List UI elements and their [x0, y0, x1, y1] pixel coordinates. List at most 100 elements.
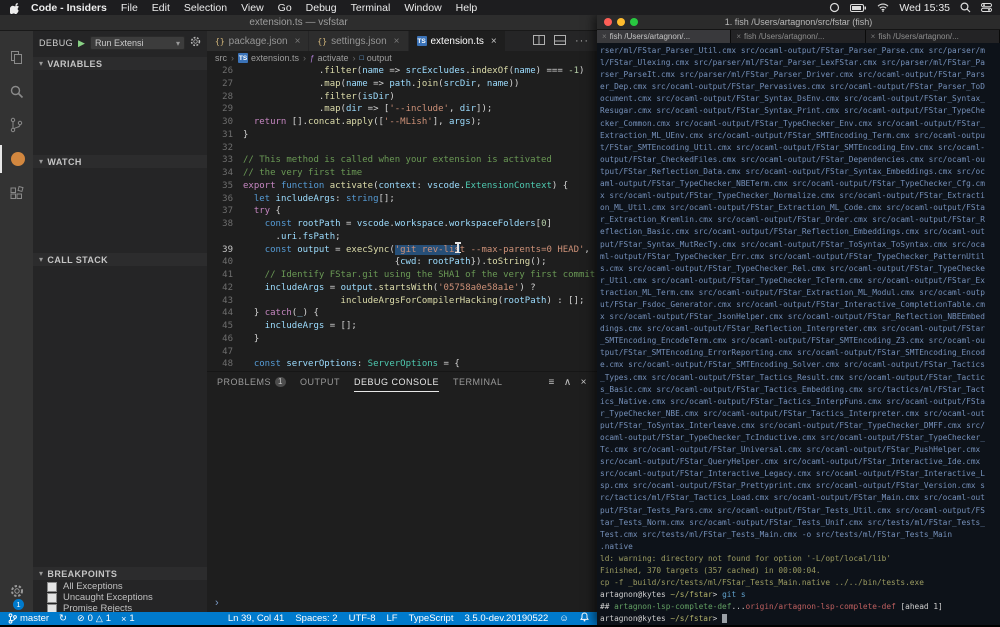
start-debugging-button[interactable]: ▶: [78, 38, 85, 49]
code-line: 39 const output = execSync('git rev-list…: [207, 244, 597, 257]
status-item-utf-8[interactable]: UTF-8: [349, 613, 376, 624]
feedback-smiley-icon[interactable]: ☺: [559, 613, 569, 624]
line-number: 29: [222, 104, 233, 115]
close-icon[interactable]: ×: [871, 32, 876, 41]
breakpoint-item-uncaught-exceptions[interactable]: Uncaught Exceptions: [33, 592, 207, 603]
menu-item-selection[interactable]: Selection: [177, 2, 234, 14]
menu-item-terminal[interactable]: Terminal: [344, 2, 398, 14]
breakpoint-item-promise-rejects[interactable]: Promise Rejects: [33, 603, 207, 612]
misc-indicator[interactable]: × 1: [121, 613, 135, 624]
configure-gear-icon[interactable]: [190, 34, 201, 52]
breakpoint-item-all-exceptions[interactable]: All Exceptions: [33, 581, 207, 592]
terminal-line: rser_ParseIt.cmx src/parser/ml/FStar_Par…: [600, 70, 985, 80]
panel-tab-output[interactable]: OUTPUT: [300, 372, 340, 392]
section-header-variables[interactable]: ▾ VARIABLES: [33, 57, 207, 70]
close-panel-icon[interactable]: ×: [581, 377, 587, 388]
line-number: 34: [222, 168, 233, 178]
menu-item-window[interactable]: Window: [397, 2, 448, 14]
menu-item-help[interactable]: Help: [449, 2, 485, 14]
apple-menu-icon[interactable]: [10, 2, 20, 14]
menu-extra-icon[interactable]: [829, 2, 840, 13]
terminal-titlebar[interactable]: 1. fish /Users/artagnon/src/fstar (fish): [597, 15, 1000, 30]
checkbox[interactable]: [47, 603, 57, 612]
checkbox[interactable]: [47, 592, 57, 603]
menu-item-code-insiders[interactable]: Code - Insiders: [24, 2, 114, 14]
source-control-icon[interactable]: [0, 111, 33, 139]
explorer-icon[interactable]: [0, 43, 33, 71]
close-icon[interactable]: ×: [394, 36, 400, 47]
panel-tab-problems[interactable]: PROBLEMS 1: [217, 372, 286, 392]
extensions-icon[interactable]: [0, 179, 33, 207]
close-icon[interactable]: ×: [295, 36, 301, 47]
filter-icon[interactable]: ≡: [548, 377, 554, 388]
debug-console[interactable]: ›: [207, 392, 597, 612]
debug-config-dropdown[interactable]: Run Extensi ▾: [89, 36, 185, 50]
panel-tab-terminal[interactable]: TERMINAL: [453, 372, 503, 392]
sync-button[interactable]: ↻: [59, 613, 67, 624]
close-icon[interactable]: ×: [491, 36, 497, 47]
toggle-panel-icon[interactable]: [554, 32, 566, 50]
close-icon[interactable]: ×: [736, 32, 741, 41]
panel-tab-debug-console[interactable]: DEBUG CONSOLE: [353, 372, 439, 392]
terminal-line: rser/ml/FStar_Parser_Util.cmx src/ocaml-…: [600, 46, 985, 55]
wifi-icon[interactable]: [877, 3, 889, 12]
branch-icon: [8, 613, 17, 624]
spotlight-icon[interactable]: [960, 2, 971, 13]
tab-settings-json[interactable]: {} settings.json ×: [309, 31, 409, 51]
section-header-breakpoints[interactable]: ▾ BREAKPOINTS: [33, 567, 207, 580]
split-editor-icon[interactable]: [533, 32, 545, 50]
breadcrumb-item-output[interactable]: □ output: [360, 53, 392, 63]
status-item-spaces-2[interactable]: Spaces: 2: [295, 613, 337, 624]
status-item-lf[interactable]: LF: [387, 613, 398, 624]
notifications-bell-icon[interactable]: [580, 612, 589, 625]
vscode-titlebar[interactable]: extension.ts — vsfstar: [0, 15, 597, 31]
menu-item-go[interactable]: Go: [271, 2, 299, 14]
menu-item-view[interactable]: View: [234, 2, 271, 14]
line-number: 40: [222, 257, 233, 268]
git-branch-indicator[interactable]: master: [8, 613, 49, 624]
more-actions-icon[interactable]: ···: [575, 35, 589, 47]
breadcrumb-item-extension-ts[interactable]: TS extension.ts: [238, 53, 299, 63]
minimize-window-button[interactable]: [617, 18, 625, 26]
status-item-typescript[interactable]: TypeScript: [409, 613, 454, 624]
settings-gear-icon[interactable]: [0, 584, 33, 598]
search-icon[interactable]: [0, 77, 33, 105]
terminal-line: s_Basic.cmx src/ocaml-output/FStar_Tacti…: [600, 384, 985, 394]
maximize-panel-icon[interactable]: ∧: [564, 377, 572, 388]
menu-item-debug[interactable]: Debug: [299, 2, 344, 14]
terminal-line: ocument.cmx src/ocaml-output/FStar_Synta…: [600, 94, 985, 104]
notification-center-icon[interactable]: [981, 3, 992, 12]
code-editor[interactable]: 26 .filter(name => srcExcludes.indexOf(n…: [207, 65, 597, 371]
checkbox[interactable]: [47, 581, 57, 592]
status-item-3-5-0-dev-20190522[interactable]: 3.5.0-dev.20190522: [464, 613, 548, 624]
section-header-watch[interactable]: ▾ WATCH: [33, 155, 207, 168]
debug-icon[interactable]: [0, 145, 33, 173]
menu-item-file[interactable]: File: [114, 2, 145, 14]
problems-indicator[interactable]: ⊘ 0 △ 1: [77, 613, 111, 624]
zoom-window-button[interactable]: [630, 18, 638, 26]
battery-icon[interactable]: [850, 3, 867, 12]
tab-extension-ts[interactable]: TS extension.ts ×: [408, 31, 506, 51]
line-number: 28: [222, 91, 233, 102]
terminal-tab-3[interactable]: × fish /Users/artagnon/...: [865, 30, 1000, 43]
terminal-line: er_Dep.cmx src/ocaml-output/FStar_Pervas…: [600, 82, 985, 92]
menu-item-edit[interactable]: Edit: [145, 2, 177, 14]
window-title: extension.ts — vsfstar: [249, 17, 348, 28]
debug-console-prompt[interactable]: ›: [215, 597, 219, 609]
terminal-line: put/FStar_Tests_Pars.cmx src/ocaml-outpu…: [600, 505, 985, 515]
status-item-ln-39-col-41[interactable]: Ln 39, Col 41: [228, 613, 285, 624]
terminal-line: put/FStar_Syntax_MutRecTy.cmx src/ocaml-…: [600, 239, 985, 249]
close-window-button[interactable]: [604, 18, 612, 26]
line-number: 38: [222, 219, 233, 229]
section-header-call-stack[interactable]: ▾ CALL STACK: [33, 253, 207, 266]
menubar-clock[interactable]: Wed 15:35: [899, 2, 950, 14]
terminal-line: ocaml-output/FStar_TypeChecker_TcInducti…: [600, 433, 985, 442]
close-icon[interactable]: ×: [602, 32, 607, 41]
tab-package-json[interactable]: {} package.json ×: [207, 31, 310, 51]
terminal-tab-1[interactable]: × fish /Users/artagnon/...: [597, 30, 732, 43]
breadcrumb-item-src[interactable]: src: [215, 53, 227, 63]
breadcrumb-item-activate[interactable]: ƒ activate: [310, 53, 348, 63]
terminal-tab-2[interactable]: × fish /Users/artagnon/...: [731, 30, 866, 43]
terminal-line: e.cmx src/ocaml-output/FStar_SMTEncoding…: [600, 360, 985, 370]
terminal-output[interactable]: rser/ml/FStar_Parser_Util.cmx src/ocaml-…: [597, 43, 1000, 627]
